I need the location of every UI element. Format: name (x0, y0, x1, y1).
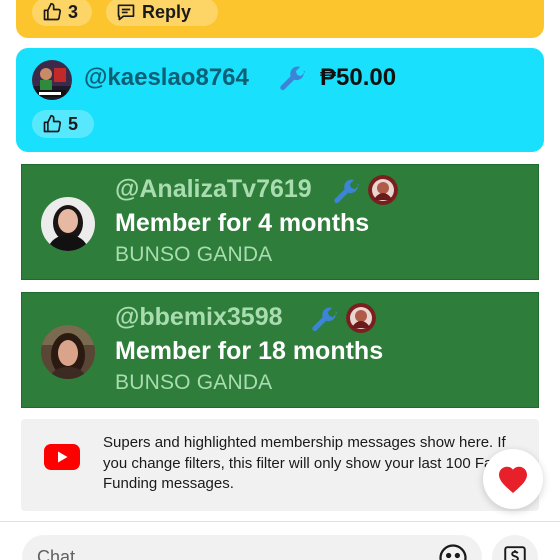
wrench-icon (334, 179, 360, 204)
author-name[interactable]: @bbemix3598 (115, 303, 283, 332)
like-count: 3 (68, 1, 79, 22)
dollar-icon (504, 546, 526, 560)
reply-label: Reply (142, 1, 192, 22)
member-badge-icon (368, 175, 398, 205)
like-count: 5 (68, 113, 79, 134)
emoji-icon[interactable] (438, 543, 468, 560)
divider (0, 521, 560, 522)
author-name[interactable]: @AnalizaTv7619 (115, 175, 312, 204)
wrench-icon (312, 307, 338, 332)
youtube-icon (44, 444, 80, 470)
super-chat-card-yellow: 3 Reply (16, 0, 544, 38)
chat-placeholder: Chat (37, 547, 76, 560)
membership-level: BUNSO GANDA (115, 371, 273, 394)
super-chat-amount: ₱50.00 (320, 64, 397, 91)
membership-level: BUNSO GANDA (115, 243, 273, 266)
avatar[interactable] (41, 325, 95, 379)
info-text: Supers and highlighted membership messag… (103, 434, 506, 492)
reaction-button[interactable] (483, 449, 543, 509)
reply-button[interactable]: Reply (106, 0, 218, 26)
thumbs-up-icon (43, 114, 62, 133)
member-badge-icon (346, 303, 376, 333)
membership-headline: Member for 18 months (115, 337, 384, 365)
wrench-icon (280, 66, 306, 91)
like-button[interactable]: 5 (32, 110, 94, 138)
super-chat-card-cyan: @kaeslao8764 ₱50.00 5 (16, 48, 544, 152)
like-button[interactable]: 3 (32, 0, 92, 26)
thumbs-up-icon (43, 2, 62, 21)
heart-icon (499, 466, 527, 493)
membership-card: @bbemix3598 Member for 18 months BUNSO G… (21, 292, 539, 408)
info-message: Supers and highlighted membership messag… (21, 419, 539, 511)
super-chat-button[interactable] (492, 535, 538, 560)
chat-input[interactable]: Chat (22, 535, 482, 560)
avatar[interactable] (32, 60, 72, 100)
author-name[interactable]: @kaeslao8764 (84, 64, 249, 92)
membership-card: @AnalizaTv7619 Member for 4 months BUNSO… (21, 164, 539, 280)
membership-headline: Member for 4 months (115, 209, 370, 237)
avatar[interactable] (41, 197, 95, 251)
reply-icon (117, 4, 135, 21)
